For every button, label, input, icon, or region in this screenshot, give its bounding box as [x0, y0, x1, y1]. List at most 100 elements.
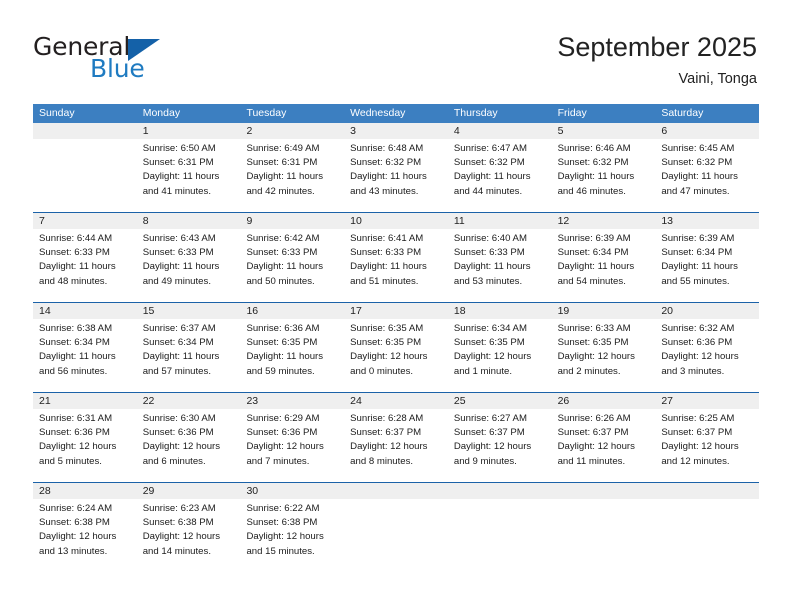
day-detail-line: and 41 minutes.: [142, 185, 211, 197]
day-details: Sunrise: 6:48 AM Sunset: 6:32 PM Daylight:…: [344, 139, 448, 199]
day-detail-line: and 50 minutes.: [246, 275, 315, 287]
day-cell-19[interactable]: 19 Sunrise: 6:33 AM Sunset: 6:35 PM Dayligh…: [551, 303, 656, 392]
day-detail-line: Sunset: 6:34 PM: [39, 337, 110, 349]
location-subtitle: Vaini, Tonga: [678, 71, 757, 87]
calendar-grid: Sunday Monday Tuesday Wednesday Thursday Frid…: [33, 104, 760, 572]
day-detail-line: Daylight: 12 hours: [453, 351, 532, 363]
week-row: 7 Sunrise: 6:44 AM Sunset: 6:33 PM Daylight…: [33, 212, 760, 302]
day-detail-line: and 0 minutes.: [350, 365, 414, 377]
day-detail-line: and 57 minutes.: [142, 365, 211, 377]
day-cell-11[interactable]: 11 Sunrise: 6:40 AM Sunset: 6:33 PM Dayligh…: [447, 213, 552, 302]
day-cell-26[interactable]: 26 Sunrise: 6:26 AM Sunset: 6:37 PM Dayligh…: [551, 393, 656, 482]
day-detail-line: and 56 minutes.: [39, 365, 108, 377]
day-detail-line: Daylight: 11 hours: [350, 261, 427, 273]
day-cell-18[interactable]: 18 Sunrise: 6:34 AM Sunset: 6:35 PM Dayligh…: [447, 303, 552, 392]
day-number: 18: [447, 303, 552, 319]
day-number: 27: [655, 393, 760, 409]
day-cell-30[interactable]: 30 Sunrise: 6:22 AM Sunset: 6:38 PM Dayligh…: [240, 483, 345, 572]
day-detail-line: Sunset: 6:32 PM: [661, 157, 733, 169]
day-cell-1[interactable]: 1 Sunrise: 6:50 AM Sunset: 6:31 PM Daylight…: [136, 123, 241, 212]
day-detail-line: and 2 minutes.: [557, 365, 621, 377]
day-number: 4: [447, 123, 552, 139]
day-cell-24[interactable]: 24 Sunrise: 6:28 AM Sunset: 6:37 PM Dayligh…: [344, 393, 448, 482]
day-detail-line: Sunrise: 6:42 AM: [246, 233, 320, 244]
day-cell-8[interactable]: 8 Sunrise: 6:43 AM Sunset: 6:33 PM Daylight…: [136, 213, 241, 302]
day-cell-6[interactable]: 6 Sunrise: 6:45 AM Sunset: 6:32 PM Daylight…: [655, 123, 760, 212]
day-detail-line: Daylight: 11 hours: [39, 261, 116, 273]
day-detail-line: Daylight: 11 hours: [350, 171, 427, 183]
day-detail-line: and 51 minutes.: [350, 275, 419, 287]
day-detail-line: Sunset: 6:35 PM: [246, 337, 318, 349]
day-detail-line: Sunrise: 6:36 AM: [246, 323, 320, 334]
day-cell-21[interactable]: 21 Sunrise: 6:31 AM Sunset: 6:36 PM Dayligh…: [33, 393, 137, 482]
day-detail-line: Sunrise: 6:35 AM: [350, 323, 424, 334]
day-cell-15[interactable]: 15 Sunrise: 6:37 AM Sunset: 6:34 PM Dayligh…: [136, 303, 241, 392]
day-detail-line: Sunrise: 6:48 AM: [350, 143, 424, 154]
week-row: 21 Sunrise: 6:31 AM Sunset: 6:36 PM Dayligh…: [33, 392, 760, 482]
day-detail-line: Sunset: 6:34 PM: [142, 337, 214, 349]
day-cell-empty: [33, 123, 137, 212]
weekday-header-sunday: Sunday: [39, 107, 75, 119]
day-number: [344, 483, 448, 499]
day-detail-line: Sunset: 6:34 PM: [661, 247, 733, 259]
day-detail-line: Daylight: 11 hours: [246, 261, 324, 273]
day-detail-line: Daylight: 11 hours: [246, 171, 324, 183]
day-detail-line: Sunset: 6:36 PM: [661, 337, 733, 349]
day-cell-22[interactable]: 22 Sunrise: 6:30 AM Sunset: 6:36 PM Dayligh…: [136, 393, 241, 482]
day-number: 16: [240, 303, 345, 319]
day-cell-25[interactable]: 25 Sunrise: 6:27 AM Sunset: 6:37 PM Dayligh…: [447, 393, 552, 482]
day-detail-line: Sunrise: 6:32 AM: [661, 323, 735, 334]
day-cell-20[interactable]: 20 Sunrise: 6:32 AM Sunset: 6:36 PM Dayligh…: [655, 303, 760, 392]
day-details: Sunrise: 6:35 AM Sunset: 6:35 PM Daylight:…: [344, 319, 448, 379]
day-cell-10[interactable]: 10 Sunrise: 6:41 AM Sunset: 6:33 PM Dayligh…: [344, 213, 448, 302]
day-detail-line: and 46 minutes.: [557, 185, 626, 197]
day-detail-line: Sunrise: 6:44 AM: [39, 233, 113, 244]
day-details: Sunrise: 6:46 AM Sunset: 6:32 PM Daylight:…: [552, 139, 656, 199]
day-detail-line: Sunrise: 6:28 AM: [350, 413, 424, 424]
weekday-header-tuesday: Tuesday: [246, 107, 287, 119]
day-cell-9[interactable]: 9 Sunrise: 6:42 AM Sunset: 6:33 PM Daylight…: [240, 213, 345, 302]
day-detail-line: Sunset: 6:34 PM: [557, 247, 629, 259]
day-cell-3[interactable]: 3 Sunrise: 6:48 AM Sunset: 6:32 PM Daylight…: [344, 123, 448, 212]
day-cell-16[interactable]: 16 Sunrise: 6:36 AM Sunset: 6:35 PM Dayligh…: [240, 303, 345, 392]
day-number: 1: [136, 123, 241, 139]
day-cell-7[interactable]: 7 Sunrise: 6:44 AM Sunset: 6:33 PM Daylight…: [33, 213, 137, 302]
day-detail-line: and 9 minutes.: [453, 455, 517, 467]
day-cell-14[interactable]: 14 Sunrise: 6:38 AM Sunset: 6:34 PM Dayligh…: [33, 303, 137, 392]
day-detail-line: Sunrise: 6:39 AM: [661, 233, 735, 244]
day-detail-line: Sunrise: 6:26 AM: [557, 413, 631, 424]
day-detail-line: Sunrise: 6:29 AM: [246, 413, 320, 424]
day-detail-line: Sunrise: 6:30 AM: [142, 413, 216, 424]
day-cell-17[interactable]: 17 Sunrise: 6:35 AM Sunset: 6:35 PM Dayligh…: [344, 303, 448, 392]
day-detail-line: Daylight: 11 hours: [142, 171, 220, 183]
day-detail-line: Daylight: 11 hours: [557, 261, 635, 273]
day-cell-4[interactable]: 4 Sunrise: 6:47 AM Sunset: 6:32 PM Daylight…: [447, 123, 552, 212]
day-detail-line: and 48 minutes.: [39, 275, 108, 287]
day-detail-line: Daylight: 11 hours: [661, 171, 738, 183]
day-details: Sunrise: 6:31 AM Sunset: 6:36 PM Daylight:…: [33, 409, 137, 469]
title-block: September 2025 Vaini, Tonga: [557, 30, 757, 90]
day-detail-line: and 8 minutes.: [350, 455, 414, 467]
day-cell-2[interactable]: 2 Sunrise: 6:49 AM Sunset: 6:31 PM Daylight…: [240, 123, 345, 212]
day-number: 11: [447, 213, 552, 229]
day-details: Sunrise: 6:38 AM Sunset: 6:34 PM Daylight:…: [33, 319, 137, 379]
day-details: [552, 499, 656, 502]
day-detail-line: Daylight: 12 hours: [453, 441, 532, 453]
day-details: Sunrise: 6:26 AM Sunset: 6:37 PM Daylight:…: [552, 409, 656, 469]
day-detail-line: Daylight: 12 hours: [350, 441, 428, 453]
day-cell-12[interactable]: 12 Sunrise: 6:39 AM Sunset: 6:34 PM Dayligh…: [551, 213, 656, 302]
day-detail-line: Sunset: 6:35 PM: [453, 337, 525, 349]
day-details: Sunrise: 6:33 AM Sunset: 6:35 PM Daylight:…: [552, 319, 656, 379]
day-detail-line: Daylight: 12 hours: [142, 441, 221, 453]
day-cell-13[interactable]: 13 Sunrise: 6:39 AM Sunset: 6:34 PM Dayligh…: [655, 213, 760, 302]
day-cell-29[interactable]: 29 Sunrise: 6:23 AM Sunset: 6:38 PM Dayligh…: [136, 483, 241, 572]
day-cell-28[interactable]: 28 Sunrise: 6:24 AM Sunset: 6:38 PM Dayligh…: [33, 483, 137, 572]
day-cell-27[interactable]: 27 Sunrise: 6:25 AM Sunset: 6:37 PM Dayligh…: [655, 393, 760, 482]
day-detail-line: Sunset: 6:36 PM: [142, 427, 214, 439]
day-detail-line: Daylight: 12 hours: [557, 441, 635, 453]
day-cell-23[interactable]: 23 Sunrise: 6:29 AM Sunset: 6:36 PM Dayligh…: [240, 393, 345, 482]
day-details: Sunrise: 6:22 AM Sunset: 6:38 PM Daylight:…: [240, 499, 344, 559]
day-cell-empty: [344, 483, 448, 572]
general-blue-logo[interactable]: General Blue: [33, 34, 203, 88]
day-cell-5[interactable]: 5 Sunrise: 6:46 AM Sunset: 6:32 PM Daylight…: [551, 123, 656, 212]
